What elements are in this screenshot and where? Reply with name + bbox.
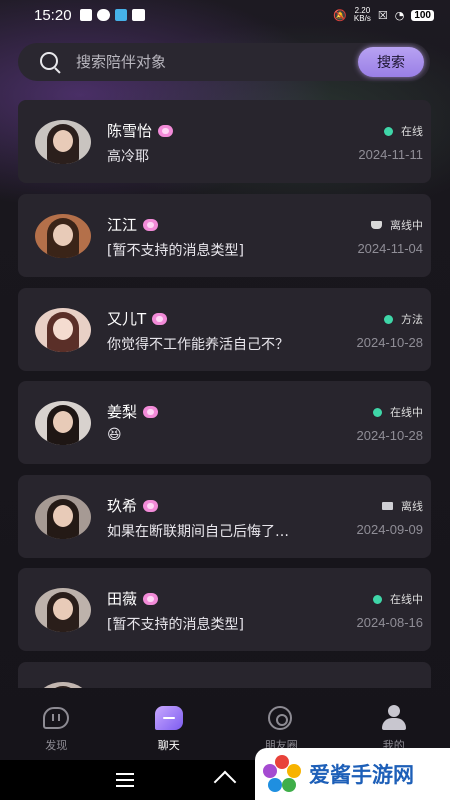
avatar [35,401,91,445]
status-text: 在线 [401,125,423,138]
flower-logo-icon [263,755,301,793]
chat-item[interactable]: 江江 [暂不支持的消息类型] 离线中 2024-11-04 [18,194,431,277]
online-dot-icon [373,594,382,604]
mail-notification-icon [79,9,92,21]
status-time: 15:20 [34,6,72,24]
watermark: 爱酱手游网 [255,748,450,800]
chat-message: 😆 [107,427,122,443]
avatar [35,495,91,539]
avatar [35,214,91,258]
online-dot-icon [373,407,382,417]
chat-name: 陈雪怡 [107,122,153,140]
search-input[interactable] [76,53,358,71]
chat-list: 陈雪怡 高冷耶 在线 2024-11-11 江江 [暂不支持的消息类型] 离线中… [18,100,431,688]
chat-date: 2024-10-28 [356,428,424,443]
online-dot-icon [384,126,393,136]
status-text: 在线中 [390,593,423,606]
chat-name-row: 又儿T [107,308,168,329]
presence-status: 在线中 [373,591,423,607]
badge-icon [143,592,159,605]
chat-name: 又儿T [107,310,147,328]
chat-item[interactable]: 陈雪怡 高冷耶 在线 2024-11-11 [18,100,431,183]
chat-name-row: 田薇 [107,588,159,609]
menu-icon[interactable] [116,773,134,787]
status-right: 🔕 2.20 KB/s ☒ ◔ 100 [333,7,434,23]
sim-icon: ☒ [377,8,388,22]
moments-icon [266,704,296,732]
app-notification-icon [96,9,110,21]
nav-label: 发现 [45,739,68,752]
nav-label: 聊天 [157,739,180,752]
search-button[interactable]: 搜索 [358,47,424,77]
chat-name: 江江 [107,216,138,234]
chat-name: 玖希 [107,497,138,515]
coffee-cup-icon [371,221,382,229]
chat-name: 姜梨 [107,403,138,421]
wifi-icon: ◔ [394,8,405,22]
avatar [35,682,91,688]
chat-date: 2024-11-11 [358,147,423,162]
badge-icon [143,218,159,231]
chat-date: 2024-09-09 [356,522,424,537]
chat-name-row: 江江 [107,214,159,235]
app-notification-icon [114,9,127,21]
chat-message: 如果在断联期间自己后悔了… [107,524,289,540]
chat-name: 田薇 [107,590,138,608]
presence-status: 离线中 [371,217,423,233]
badge-icon [152,312,168,325]
presence-status: 方法 [384,311,423,327]
status-text: 在线中 [390,406,423,419]
status-bar: 15:20 🔕 2.20 KB/s ☒ ◔ 100 [0,0,450,30]
watermark-text: 爱酱手游网 [309,763,414,787]
chat-message: 你觉得不工作能养活自己不？ [107,337,289,353]
user-icon [379,704,409,732]
chat-item[interactable]: 姜梨 😆 在线中 2024-10-28 [18,381,431,464]
home-icon[interactable] [215,770,235,788]
discover-icon [41,704,71,732]
monitor-icon [382,502,393,510]
badge-icon [143,405,159,418]
avatar [35,588,91,632]
status-text: 离线中 [390,219,423,232]
badge-icon [158,124,174,137]
mute-icon: 🔕 [333,8,347,22]
chat-item[interactable]: 又儿T 你觉得不工作能养活自己不？ 方法 2024-10-28 [18,288,431,371]
chat-name-row: 姜梨 [107,401,159,422]
search-bar: 搜索 [18,43,430,81]
chat-name-row: 陈雪怡 [107,120,174,141]
search-icon [38,50,62,74]
avatar [35,120,91,164]
chat-item[interactable]: 田薇 [暂不支持的消息类型] 在线中 2024-08-16 [18,568,431,651]
chat-bubble-icon [154,704,184,732]
status-text: 离线 [401,500,423,513]
network-speed-unit: KB/s [353,14,371,23]
avatar [35,308,91,352]
presence-status: 在线 [384,123,423,139]
chat-message: [暂不支持的消息类型] [107,617,244,633]
badge-icon [143,499,159,512]
chat-date: 2024-10-28 [356,335,424,350]
chat-item-partial[interactable] [18,662,431,688]
chat-date: 2024-08-16 [356,615,424,630]
alipay-notification-icon [131,9,145,21]
online-dot-icon [384,314,393,324]
chat-message: [暂不支持的消息类型] [107,243,244,259]
chat-date: 2024-11-04 [357,241,423,256]
chat-name-row: 玖希 [107,495,159,516]
chat-item[interactable]: 玖希 如果在断联期间自己后悔了… 离线 2024-09-09 [18,475,431,558]
nav-chat[interactable]: 聊天 [113,704,225,760]
network-speed: 2.20 KB/s [354,7,371,23]
presence-status: 离线 [382,498,423,514]
battery-indicator: 100 [411,9,434,21]
nav-discover[interactable]: 发现 [0,704,112,760]
chat-message: 高冷耶 [107,149,149,165]
presence-status: 在线中 [373,404,423,420]
status-text: 方法 [401,313,423,326]
